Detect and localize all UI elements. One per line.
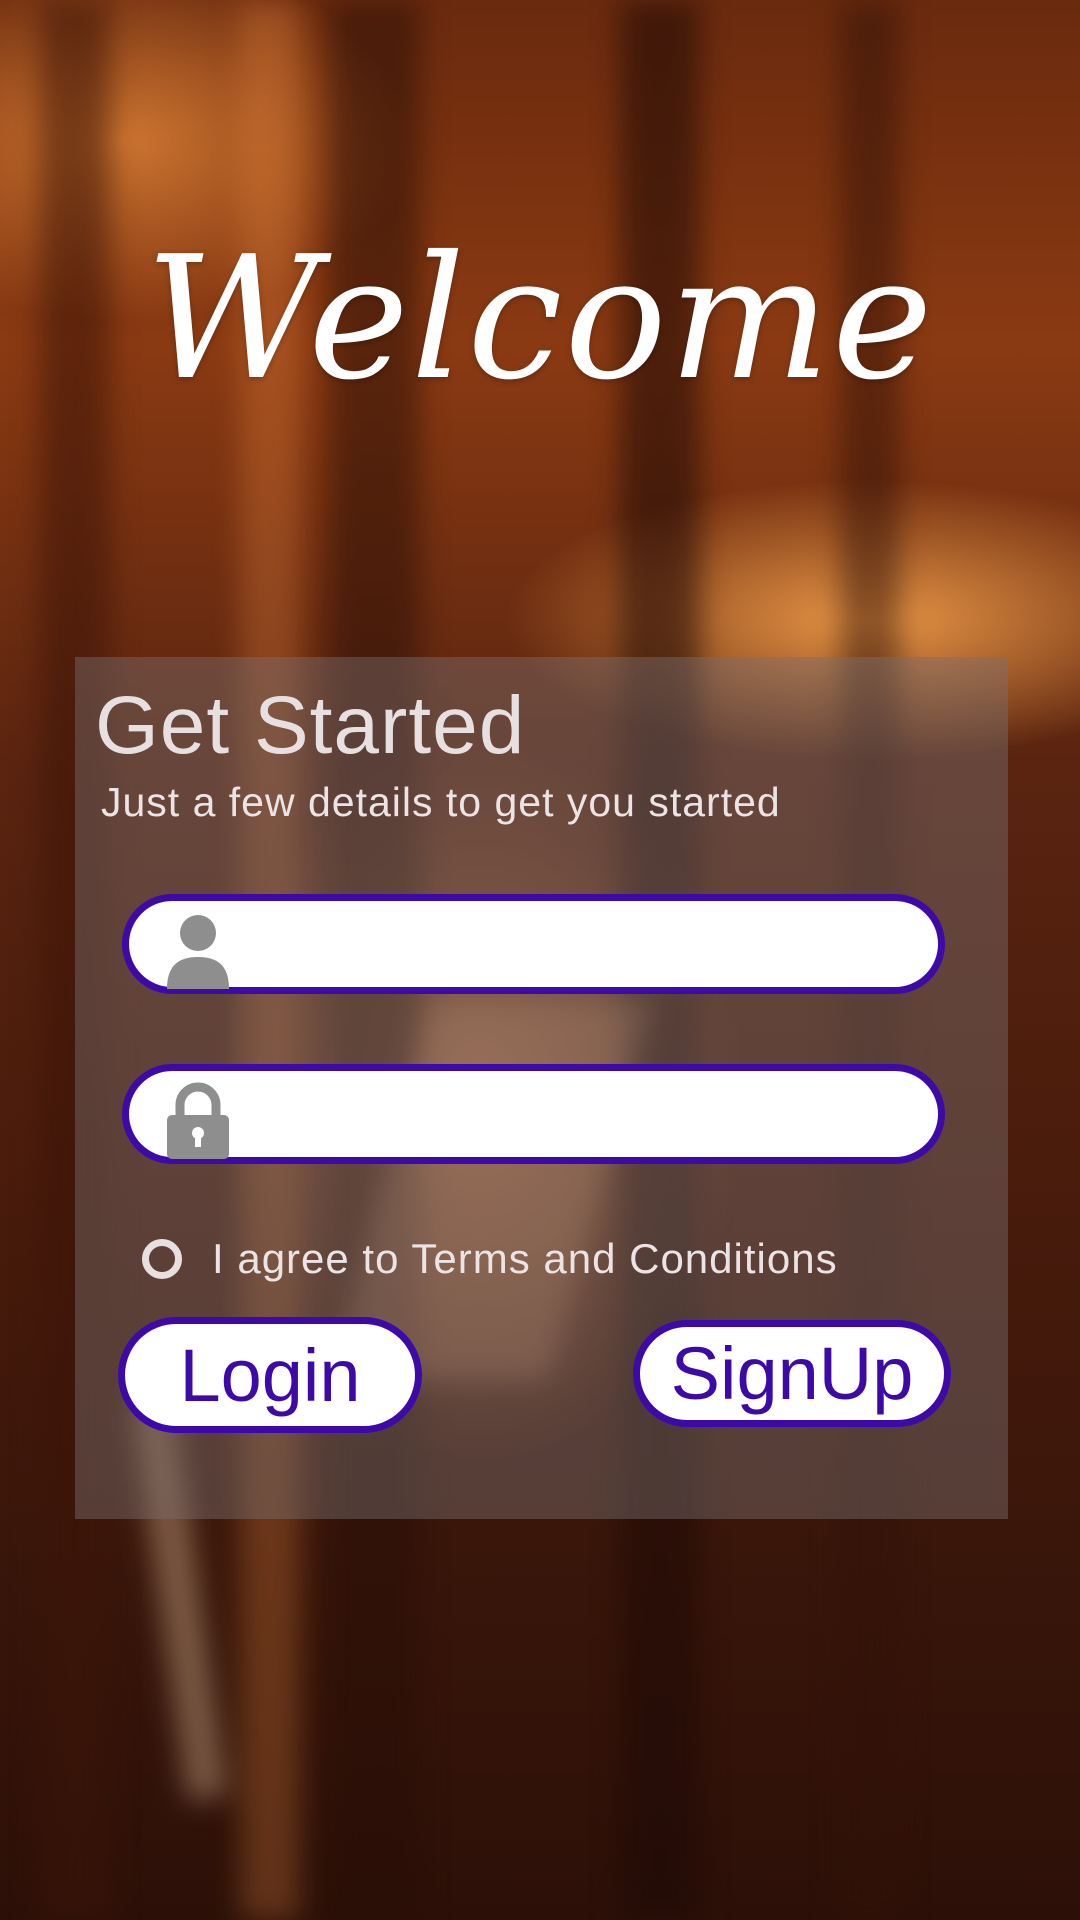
password-field[interactable] (122, 1064, 945, 1164)
terms-label: I agree to Terms and Conditions (212, 1235, 838, 1282)
username-input[interactable] (249, 901, 933, 989)
signup-button[interactable]: SignUp (633, 1320, 951, 1427)
form-subtitle: Just a few details to get you started (101, 779, 781, 825)
login-panel: Get Started Just a few details to get yo… (75, 657, 1008, 1519)
username-field[interactable] (122, 894, 945, 994)
terms-radio-button[interactable] (142, 1239, 182, 1279)
password-input[interactable] (249, 1071, 933, 1159)
form-title: Get Started (95, 680, 526, 771)
login-button[interactable]: Login (118, 1317, 422, 1433)
welcome-heading: Welcome (145, 220, 935, 418)
lock-icon (167, 1082, 229, 1159)
person-icon (167, 915, 229, 989)
terms-agreement[interactable]: I agree to Terms and Conditions (142, 1229, 838, 1289)
